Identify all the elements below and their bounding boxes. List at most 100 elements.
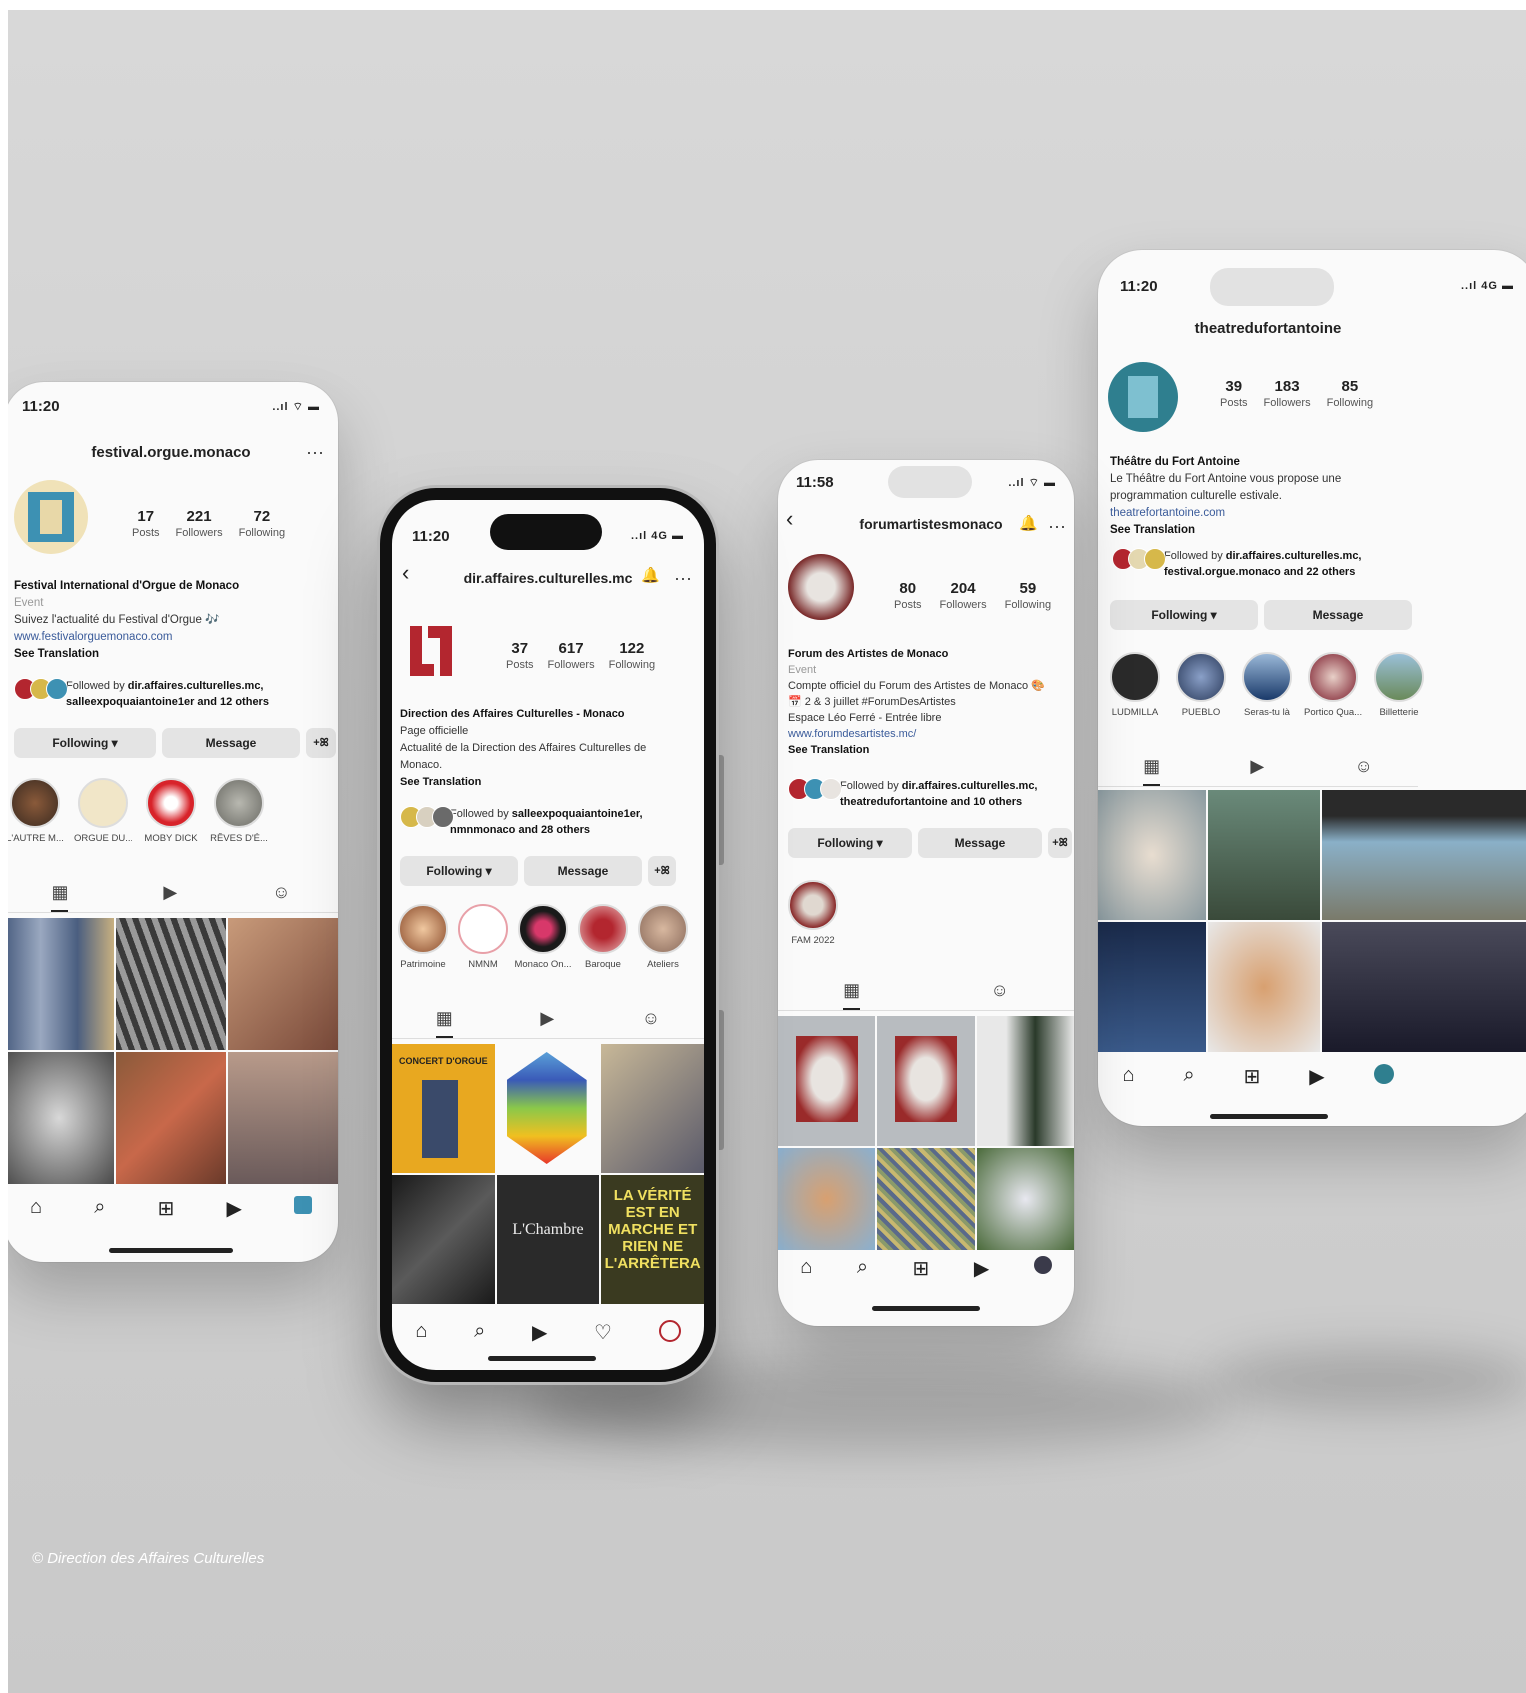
highlight[interactable]: Ateliers (634, 904, 692, 970)
post-thumbnail[interactable] (1322, 922, 1526, 1052)
posts-count[interactable]: 80 Posts (894, 580, 922, 611)
post-thumbnail[interactable] (1208, 922, 1320, 1052)
following-count[interactable]: 72 Following (239, 508, 285, 539)
reels-icon[interactable]: ▶ (532, 1320, 547, 1345)
post-thumbnail[interactable] (1208, 790, 1320, 920)
see-translation[interactable]: See Translation (14, 646, 324, 663)
search-icon[interactable]: ⌕ (474, 1320, 485, 1345)
suggest-user-button[interactable]: +ꕤ (648, 856, 676, 886)
highlight[interactable]: Seras-tu là (1238, 652, 1296, 718)
following-button[interactable]: Following ▾ (788, 828, 912, 858)
followers-count[interactable]: 617 Followers (548, 640, 595, 671)
heart-icon[interactable]: ♡ (594, 1320, 612, 1345)
highlight[interactable]: RÊVES D'É... (210, 778, 268, 844)
reels-icon[interactable]: ▶ (974, 1256, 989, 1281)
add-icon[interactable]: ⊞ (1244, 1064, 1261, 1089)
post-thumbnail[interactable] (1098, 922, 1206, 1052)
highlight[interactable]: NMNM (454, 904, 512, 970)
see-translation[interactable]: See Translation (1110, 522, 1370, 539)
bio-link[interactable]: www.forumdesartistes.mc/ (788, 726, 1068, 742)
highlight[interactable]: PUEBLO (1172, 652, 1230, 718)
highlight[interactable]: Monaco On... (514, 904, 572, 970)
suggest-user-button[interactable]: +ꕤ (1048, 828, 1072, 858)
grid-icon[interactable]: ▦ (1143, 756, 1161, 786)
post-thumbnail[interactable]: LA VÉRITÉ EST EN MARCHE ET RIEN NE L'ARR… (601, 1175, 704, 1304)
post-thumbnail[interactable] (778, 1016, 876, 1146)
add-icon[interactable]: ⊞ (158, 1196, 175, 1221)
message-button[interactable]: Message (162, 728, 300, 758)
reels-icon[interactable]: ▶ (540, 1008, 554, 1038)
message-button[interactable]: Message (918, 828, 1042, 858)
highlight[interactable]: L'AUTRE M... (8, 778, 64, 844)
post-thumbnail[interactable] (116, 918, 226, 1050)
post-thumbnail[interactable] (116, 1052, 226, 1184)
see-translation[interactable]: See Translation (400, 774, 680, 791)
reels-icon[interactable]: ▶ (1250, 756, 1264, 786)
profile-icon[interactable] (293, 1196, 312, 1214)
profile-avatar[interactable] (1108, 362, 1178, 432)
followers-count[interactable]: 204 Followers (940, 580, 987, 611)
highlight[interactable]: Patrimoine (394, 904, 452, 970)
following-count[interactable]: 122 Following (609, 640, 655, 671)
grid-icon[interactable]: ▦ (51, 882, 69, 912)
following-count[interactable]: 59 Following (1005, 580, 1051, 611)
post-thumbnail[interactable] (601, 1044, 704, 1173)
search-icon[interactable]: ⌕ (857, 1256, 868, 1281)
grid-icon[interactable]: ▦ (435, 1008, 453, 1038)
bell-icon[interactable]: 🔔 (641, 566, 660, 584)
highlight[interactable]: Portico Qua... (1304, 652, 1362, 718)
more-icon[interactable]: ··· (306, 442, 324, 463)
followed-by[interactable]: Followed by dir.affaires.culturelles.mc,… (1112, 548, 1464, 580)
post-thumbnail[interactable] (877, 1148, 975, 1250)
tagged-icon[interactable]: ☺ (1354, 756, 1372, 786)
post-thumbnail[interactable] (778, 1148, 876, 1250)
more-icon[interactable]: ··· (1048, 516, 1066, 537)
see-translation[interactable]: See Translation (788, 742, 1068, 758)
tagged-icon[interactable]: ☺ (272, 882, 290, 912)
reels-icon[interactable]: ▶ (226, 1196, 241, 1221)
post-thumbnail[interactable] (1098, 790, 1206, 920)
post-thumbnail[interactable]: L'Chambre (496, 1175, 600, 1304)
post-thumbnail[interactable]: CONCERT D'ORGUE (392, 1044, 495, 1173)
tagged-icon[interactable]: ☺ (642, 1008, 660, 1038)
followers-count[interactable]: 221 Followers (176, 508, 223, 539)
grid-icon[interactable]: ▦ (843, 980, 861, 1010)
following-count[interactable]: 85 Following (1327, 378, 1373, 409)
profile-icon[interactable] (1033, 1256, 1052, 1274)
reels-icon[interactable]: ▶ (163, 882, 177, 912)
following-button[interactable]: Following ▾ (400, 856, 518, 886)
following-button[interactable]: Following ▾ (1110, 600, 1258, 630)
followed-by[interactable]: Followed by dir.affaires.culturelles.mc,… (14, 678, 338, 710)
following-button[interactable]: Following ▾ (14, 728, 156, 758)
search-icon[interactable]: ⌕ (94, 1196, 105, 1221)
highlight[interactable]: Baroque (574, 904, 632, 970)
more-icon[interactable]: ··· (674, 568, 692, 589)
followed-by[interactable]: Followed by dir.affaires.culturelles.mc,… (788, 778, 1074, 810)
profile-avatar[interactable] (14, 480, 88, 554)
post-thumbnail[interactable] (976, 1148, 1074, 1250)
highlight[interactable]: MOBY DICK (142, 778, 200, 844)
posts-count[interactable]: 37 Posts (506, 640, 534, 671)
home-icon[interactable]: ⌂ (1122, 1064, 1134, 1089)
reels-icon[interactable]: ▶ (1309, 1064, 1324, 1089)
posts-count[interactable]: 39 Posts (1220, 378, 1248, 409)
home-icon[interactable]: ⌂ (800, 1256, 812, 1281)
posts-count[interactable]: 17 Posts (132, 508, 160, 539)
tagged-icon[interactable]: ☺ (990, 980, 1008, 1010)
suggest-user-button[interactable]: +ꕤ (306, 728, 336, 758)
message-button[interactable]: Message (524, 856, 642, 886)
profile-icon[interactable] (1373, 1064, 1394, 1084)
highlight[interactable]: Billetterie (1370, 652, 1428, 718)
home-icon[interactable]: ⌂ (30, 1196, 42, 1221)
bio-link[interactable]: www.festivalorguemonaco.com (14, 629, 324, 646)
bell-icon[interactable]: 🔔 (1019, 514, 1038, 532)
profile-icon[interactable] (658, 1320, 681, 1342)
bio-link[interactable]: theatrefortantoine.com (1110, 505, 1370, 522)
post-thumbnail[interactable] (877, 1016, 975, 1146)
post-thumbnail[interactable] (392, 1175, 495, 1304)
profile-avatar[interactable] (402, 620, 468, 686)
message-button[interactable]: Message (1264, 600, 1412, 630)
post-thumbnail[interactable] (228, 918, 338, 1050)
highlight[interactable]: ORGUE DU... (74, 778, 132, 844)
search-icon[interactable]: ⌕ (1183, 1064, 1194, 1089)
